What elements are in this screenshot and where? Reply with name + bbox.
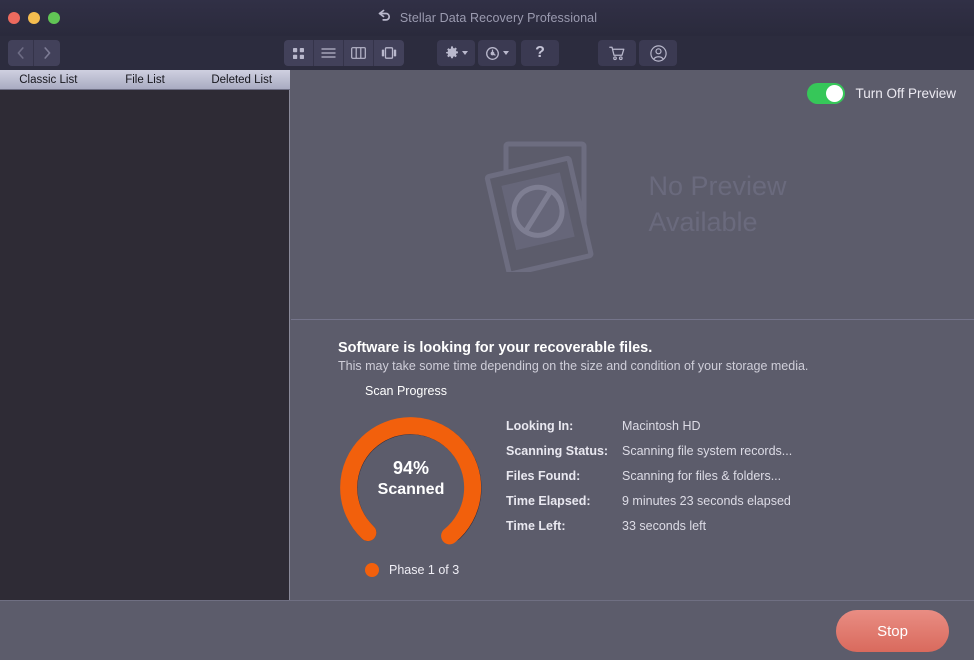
icon-view-button[interactable]	[284, 40, 314, 66]
title-group: Stellar Data Recovery Professional	[0, 0, 974, 36]
detail-value-scanning-status: Scanning file system records...	[622, 444, 793, 458]
file-tree-sidebar[interactable]	[0, 90, 290, 600]
no-preview-placeholder: No Preview Available	[291, 132, 974, 277]
stop-button[interactable]: Stop	[836, 610, 949, 652]
phase-dot-icon	[365, 563, 379, 577]
scan-heading: Software is looking for your recoverable…	[338, 340, 653, 356]
no-preview-line-2: Available	[648, 206, 758, 237]
view-mode-buttons	[284, 40, 404, 66]
scan-percent: 94%	[392, 458, 430, 479]
detail-key-scanning-status: Scanning Status:	[506, 444, 609, 458]
scan-phase-indicator: Phase 1 of 3	[365, 563, 459, 577]
tab-deleted-list[interactable]: Deleted List	[193, 74, 290, 86]
scan-status-word: Scanned	[377, 480, 445, 498]
chevron-down-icon	[503, 51, 509, 55]
navigation-buttons	[8, 40, 60, 66]
settings-button[interactable]	[437, 40, 475, 66]
footer-bar: Stop	[0, 600, 974, 660]
preview-toggle-label: Turn Off Preview	[855, 86, 956, 101]
scan-subheading: This may take some time depending on the…	[338, 359, 809, 373]
toolbar: ?	[0, 36, 974, 70]
tab-classic-list[interactable]: Classic List	[0, 74, 97, 86]
buy-button[interactable]	[598, 40, 636, 66]
scan-status-panel: Software is looking for your recoverable…	[291, 321, 974, 600]
account-button[interactable]	[639, 40, 677, 66]
forward-button[interactable]	[34, 40, 60, 66]
detail-key-time-left: Time Left:	[506, 519, 566, 533]
detail-key-time-elapsed: Time Elapsed:	[506, 494, 591, 508]
preview-toggle[interactable]	[807, 83, 846, 104]
ring-center-text: 94% Scanned	[326, 401, 496, 556]
back-arrow-icon[interactable]	[377, 9, 392, 27]
scan-progress-label: Scan Progress	[365, 384, 447, 398]
detail-key-looking-in: Looking In:	[506, 419, 574, 433]
detail-value-time-elapsed: 9 minutes 23 seconds elapsed	[622, 494, 791, 508]
preview-toggle-row[interactable]: Turn Off Preview	[807, 83, 956, 104]
question-mark-icon: ?	[535, 44, 545, 61]
column-view-button[interactable]	[344, 40, 374, 66]
no-preview-line-1: No Preview	[648, 170, 787, 201]
coverflow-view-button[interactable]	[374, 40, 404, 66]
toggle-knob	[826, 85, 844, 102]
detail-key-files-found: Files Found:	[506, 469, 581, 483]
app-window: Stellar Data Recovery Professional ? Cla…	[0, 0, 974, 660]
scan-details: Looking In: Macintosh HD Scanning Status…	[506, 419, 792, 533]
detail-value-files-found: Scanning for files & folders...	[622, 469, 782, 483]
phase-label: Phase 1 of 3	[389, 563, 460, 577]
no-preview-photo-icon	[478, 132, 618, 277]
detail-value-looking-in: Macintosh HD	[622, 419, 701, 433]
chevron-down-icon	[461, 51, 468, 55]
detail-value-time-left: 33 seconds left	[622, 519, 707, 533]
window-title: Stellar Data Recovery Professional	[399, 11, 598, 25]
list-view-button[interactable]	[314, 40, 344, 66]
back-button[interactable]	[8, 40, 34, 66]
no-preview-text: No Preview Available	[648, 169, 786, 241]
title-bar: Stellar Data Recovery Professional	[0, 0, 974, 36]
preview-panel: Turn Off Preview No Preview Available	[291, 70, 974, 320]
list-tabs: Classic List File List Deleted List	[0, 70, 290, 90]
recovery-history-button[interactable]	[478, 40, 516, 66]
help-button[interactable]: ?	[521, 40, 559, 66]
scan-progress-ring: 94% Scanned	[326, 401, 496, 556]
tab-file-list[interactable]: File List	[97, 74, 194, 86]
